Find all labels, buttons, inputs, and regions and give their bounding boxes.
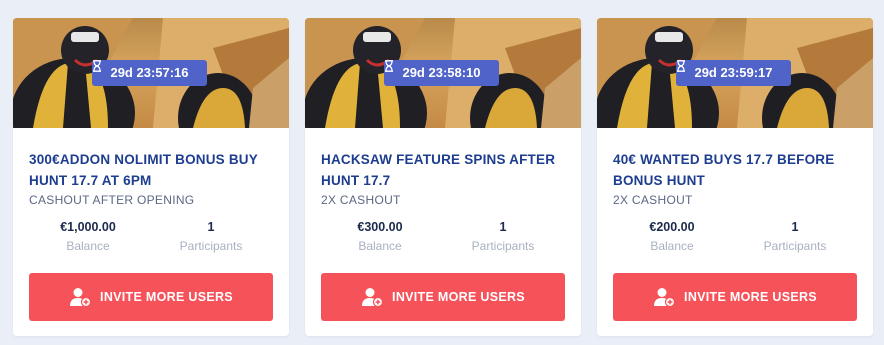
hourglass-icon bbox=[93, 60, 101, 72]
invite-button-label: INVITE MORE USERS bbox=[684, 290, 817, 304]
hunt-card[interactable]: 29d 23:59:17 40€ WANTED BUYS 17.7 BEFORE… bbox=[597, 18, 873, 336]
hunt-title: 300€ADDON NOLIMIT BONUS BUY HUNT 17.7 AT… bbox=[29, 152, 258, 188]
card-banner-image: 29d 23:57:16 bbox=[13, 18, 289, 128]
hunt-title: 40€ WANTED BUYS 17.7 BEFORE BONUS HUNT bbox=[613, 152, 835, 188]
hunt-card[interactable]: 29d 23:58:10 HACKSAW FEATURE SPINS AFTER… bbox=[305, 18, 581, 336]
card-banner-image: 29d 23:59:17 bbox=[597, 18, 873, 128]
invite-more-users-button[interactable]: INVITE MORE USERS bbox=[29, 273, 273, 321]
balance-value: €1,000.00 bbox=[60, 220, 116, 234]
hourglass-icon bbox=[385, 60, 393, 72]
invite-button-label: INVITE MORE USERS bbox=[392, 290, 525, 304]
balance-label: Balance bbox=[650, 239, 694, 253]
balance-label: Balance bbox=[66, 239, 110, 253]
participants-label: Participants bbox=[471, 239, 535, 253]
hunt-card-list: 29d 23:57:16 300€ADDON NOLIMIT BONUS BUY… bbox=[0, 0, 884, 345]
participants-value: 1 bbox=[791, 220, 799, 234]
countdown-timer-badge: 29d 23:58:10 bbox=[384, 60, 499, 86]
balance-value: €300.00 bbox=[357, 220, 403, 234]
balance-value: €200.00 bbox=[649, 220, 695, 234]
invite-button-label: INVITE MORE USERS bbox=[100, 290, 233, 304]
participants-value: 1 bbox=[207, 220, 215, 234]
balance-label: Balance bbox=[358, 239, 402, 253]
hourglass-icon bbox=[677, 60, 685, 72]
countdown-timer-badge: 29d 23:57:16 bbox=[92, 60, 207, 86]
participants-value: 1 bbox=[499, 220, 507, 234]
balance-stat: €300.00 Balance bbox=[320, 218, 440, 253]
hunt-subtitle: 2X CASHOUT bbox=[321, 193, 401, 207]
participants-label: Participants bbox=[763, 239, 827, 253]
countdown-timer-badge: 29d 23:59:17 bbox=[676, 60, 791, 86]
add-user-icon bbox=[654, 288, 676, 307]
invite-more-users-button[interactable]: INVITE MORE USERS bbox=[321, 273, 565, 321]
countdown-timer-text: 29d 23:57:16 bbox=[110, 65, 189, 80]
balance-stat: €1,000.00 Balance bbox=[28, 218, 148, 253]
participants-stat: 1 Participants bbox=[735, 218, 855, 253]
add-user-icon bbox=[362, 288, 384, 307]
balance-stat: €200.00 Balance bbox=[612, 218, 732, 253]
card-banner-image: 29d 23:58:10 bbox=[305, 18, 581, 128]
participants-stat: 1 Participants bbox=[151, 218, 271, 253]
participants-stat: 1 Participants bbox=[443, 218, 563, 253]
invite-more-users-button[interactable]: INVITE MORE USERS bbox=[613, 273, 857, 321]
countdown-timer-text: 29d 23:59:17 bbox=[694, 65, 773, 80]
hunt-card[interactable]: 29d 23:57:16 300€ADDON NOLIMIT BONUS BUY… bbox=[13, 18, 289, 336]
participants-label: Participants bbox=[179, 239, 243, 253]
hunt-subtitle: 2X CASHOUT bbox=[613, 193, 693, 207]
hunt-title: HACKSAW FEATURE SPINS AFTER HUNT 17.7 bbox=[321, 152, 556, 188]
hunt-subtitle: CASHOUT AFTER OPENING bbox=[29, 193, 195, 207]
add-user-icon bbox=[70, 288, 92, 307]
countdown-timer-text: 29d 23:58:10 bbox=[402, 65, 481, 80]
